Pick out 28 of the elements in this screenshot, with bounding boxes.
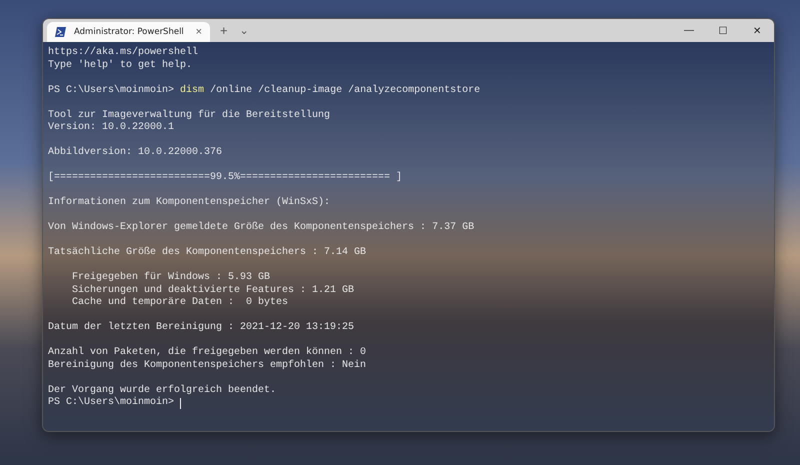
maximize-button[interactable]: ☐ <box>706 19 740 42</box>
output-line: Freigegeben für Windows : 5.93 GB <box>72 272 270 283</box>
output-line: Type 'help' to get help. <box>48 60 192 70</box>
output-line: Bereinigung des Komponentenspeichers empfohlen : Nein <box>48 360 366 370</box>
minimize-button[interactable]: — <box>672 19 706 42</box>
output-line: Sicherungen und deaktivierte Features : 1.21 GB <box>72 284 354 296</box>
command-line: PS C:\Users\moinmoin> dism /online /cleanup-image /analyzecomponentstore <box>48 84 480 96</box>
powershell-icon <box>55 27 66 37</box>
output-line: Informationen zum Komponentenspeicher (WinSxS): <box>48 197 330 208</box>
terminal-tab[interactable]: Administrator: PowerShell × <box>47 22 210 42</box>
output-line: Version: 10.0.22000.1 <box>48 122 174 133</box>
dropdown-button[interactable]: ⌄ <box>234 24 255 37</box>
output-line: Cache und temporäre Daten : 0 bytes <box>72 297 288 308</box>
text-cursor <box>180 398 182 409</box>
output-line: Tatsächliche Größe des Komponentenspeichers : 7.14 GB <box>48 247 366 258</box>
prompt-text: PS C:\Users\moinmoin> <box>48 397 174 410</box>
output-line: Von Windows-Explorer gemeldete Größe des Komponentenspeichers : 7.37 GB <box>48 222 474 233</box>
output-line: [==========================99.5%========================= ] <box>48 172 402 183</box>
output-line: Tool zur Imageverwaltung für die Bereitstellung <box>48 110 330 120</box>
output-line: Datum der letzten Bereinigung : 2021-12-20 13:19:25 <box>48 322 354 333</box>
tab-title: Administrator: PowerShell <box>74 27 185 37</box>
output-line: https://aka.ms/powershell <box>48 47 198 58</box>
new-tab-button[interactable]: + <box>214 23 234 38</box>
output-line: Abbildversion: 10.0.22000.376 <box>48 147 222 158</box>
output-line: Anzahl von Paketen, die freigegeben werden können : 0 <box>48 347 366 358</box>
output-line: Der Vorgang wurde erfolgreich beendet. <box>48 384 276 396</box>
tab-close-button[interactable]: × <box>196 26 202 38</box>
close-button[interactable]: ✕ <box>740 19 774 42</box>
